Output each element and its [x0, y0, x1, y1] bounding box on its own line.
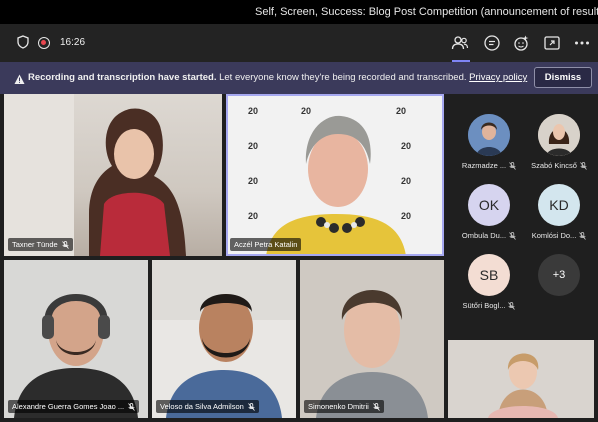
meeting-title: Self, Screen, Success: Blog Post Competi…	[255, 6, 598, 18]
meeting-timer: 16:26	[60, 37, 86, 48]
video-tile-active-speaker[interactable]: 20 20 20 20 20 20 20 20 20 Aczél Petra Katali…	[226, 94, 444, 256]
banner-message: Recording and transcription have started…	[28, 72, 527, 83]
avatar: KD	[538, 184, 580, 226]
chat-icon[interactable]	[483, 34, 501, 52]
roster-participant[interactable]: SB Sütőri Bogl...	[454, 254, 524, 310]
more-icon[interactable]	[573, 34, 591, 52]
recording-indicator-icon	[38, 37, 50, 49]
roster-name: Ombula Du...	[461, 231, 507, 240]
participant-name-tag: Simonenko Dmitrii	[304, 400, 384, 413]
avatar: OK	[468, 184, 510, 226]
banner-bold-text: Recording and transcription have started…	[28, 72, 217, 83]
mic-muted-icon	[509, 231, 516, 240]
participant-video	[4, 94, 186, 256]
svg-text:20: 20	[301, 106, 311, 116]
participant-video	[152, 260, 296, 418]
mic-muted-icon	[248, 402, 255, 411]
participant-name: Aczél Petra Katalin	[234, 240, 298, 249]
svg-text:20: 20	[401, 211, 411, 221]
roster-participant[interactable]: Szabó Kincső	[524, 114, 594, 170]
svg-text:20: 20	[401, 176, 411, 186]
video-tile[interactable]: Alexandre Guerra Gomes Joao ...	[4, 260, 148, 418]
roster-participant[interactable]: KD Komlósi Do...	[524, 184, 594, 240]
overflow-count: +3	[538, 254, 580, 296]
meeting-toolbar: 16:26	[0, 24, 598, 62]
recording-banner: Recording and transcription have started…	[0, 62, 598, 94]
mic-muted-icon	[61, 240, 69, 249]
share-tray-icon[interactable]	[543, 34, 561, 52]
participant-name: Simonenko Dmitrii	[308, 402, 369, 411]
banner-text: Let everyone know they're being recorded…	[216, 72, 467, 83]
video-tile[interactable]: Simonenko Dmitrii	[300, 260, 444, 418]
participant-name-tag: Aczél Petra Katalin	[230, 238, 302, 251]
svg-text:20: 20	[248, 176, 258, 186]
dismiss-button[interactable]: Dismiss	[534, 67, 592, 88]
svg-text:20: 20	[248, 141, 258, 151]
self-video	[488, 353, 558, 418]
svg-text:20: 20	[248, 211, 258, 221]
participant-video	[14, 294, 138, 418]
participant-roster: Razmadze ... Szabó Kincső OK Ombula Du..…	[454, 94, 594, 334]
mic-muted-icon	[373, 402, 380, 411]
roster-participant[interactable]: Razmadze ...	[454, 114, 524, 170]
participant-name: Veloso da Silva Admilson	[160, 402, 244, 411]
mic-muted-icon	[579, 231, 587, 240]
participant-name-tag: Taxner Tünde	[8, 238, 73, 251]
video-tile[interactable]: Veloso da Silva Admilson	[152, 260, 296, 418]
title-bar: Self, Screen, Success: Blog Post Competi…	[0, 0, 598, 24]
svg-text:20: 20	[248, 106, 258, 116]
roster-name: Sütőri Bogl...	[462, 301, 506, 310]
avatar: SB	[468, 254, 510, 296]
video-stage: Taxner Tünde 20 20 20 20 20 20 20 20 20 Aczél…	[0, 94, 598, 422]
avatar	[468, 114, 510, 156]
self-view-tile[interactable]	[448, 340, 594, 418]
reactions-icon[interactable]	[513, 34, 531, 52]
warning-icon	[14, 72, 25, 84]
avatar	[538, 114, 580, 156]
people-icon[interactable]	[451, 34, 469, 52]
participant-name-tag: Alexandre Guerra Gomes Joao ...	[8, 400, 140, 413]
shield-icon[interactable]	[17, 35, 29, 49]
mic-muted-icon	[509, 161, 516, 170]
roster-name: Szabó Kincső	[531, 161, 577, 170]
svg-text:20: 20	[396, 106, 406, 116]
privacy-policy-link[interactable]: Privacy policy	[469, 72, 527, 83]
roster-participant[interactable]: OK Ombula Du...	[454, 184, 524, 240]
mic-muted-icon	[580, 161, 587, 170]
participant-video: 20 20 20 20 20 20 20 20 20	[248, 106, 411, 256]
video-tile[interactable]: Taxner Tünde	[4, 94, 222, 256]
participant-name: Taxner Tünde	[12, 240, 58, 249]
mic-muted-icon	[508, 301, 516, 310]
participant-video	[316, 289, 428, 418]
roster-name: Razmadze ...	[461, 161, 507, 170]
participant-name-tag: Veloso da Silva Admilson	[156, 400, 259, 413]
svg-text:20: 20	[401, 141, 411, 151]
participant-name: Alexandre Guerra Gomes Joao ...	[12, 402, 125, 411]
mic-muted-icon	[128, 402, 135, 411]
roster-name: Komlósi Do...	[531, 231, 577, 240]
more-participants-button[interactable]: +3	[524, 254, 594, 296]
